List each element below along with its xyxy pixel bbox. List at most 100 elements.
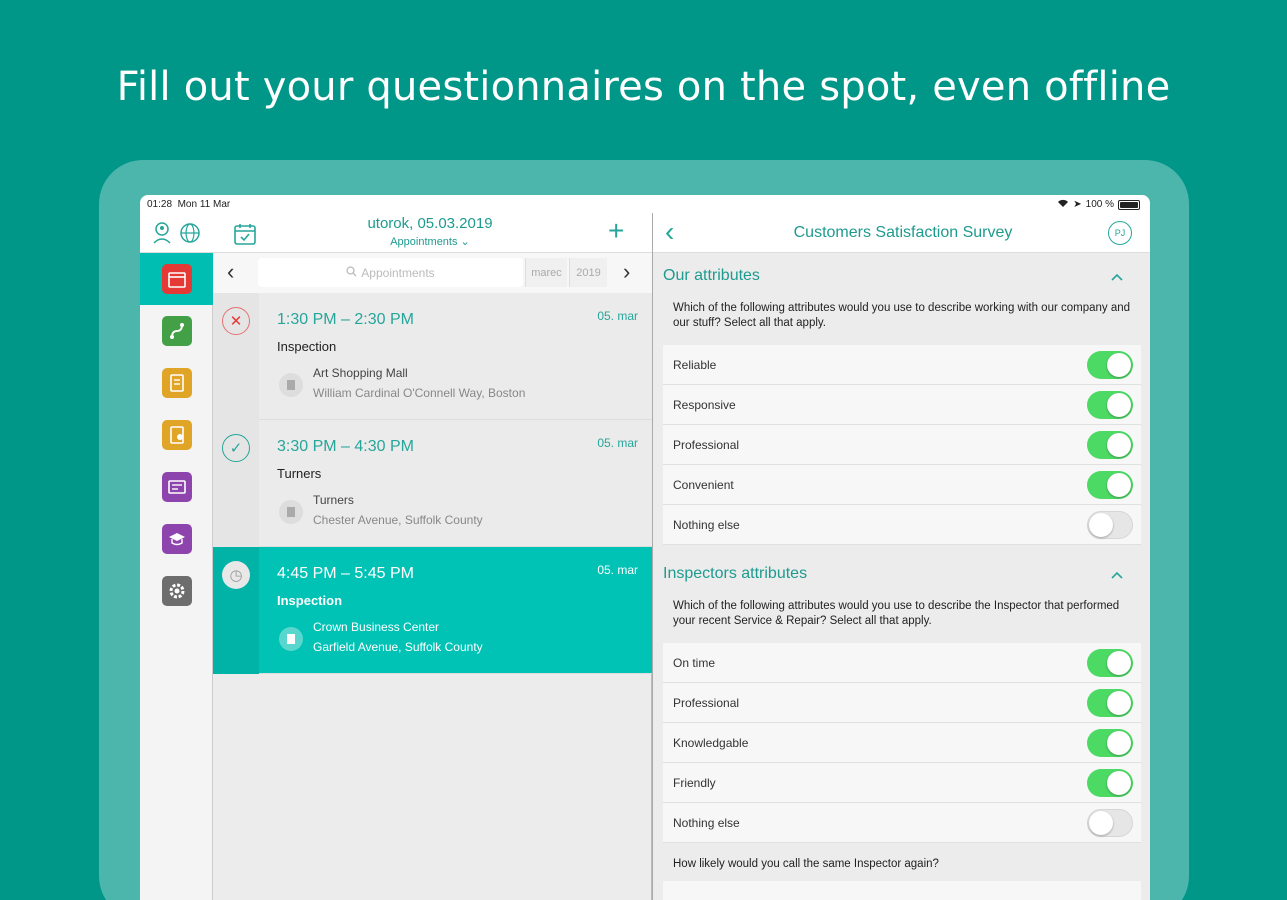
year-selector[interactable]: 2019 [569,258,607,287]
search-input[interactable]: Appointments [258,258,523,287]
selected-date[interactable]: utorok, 05.03.2019 [310,215,550,232]
rating-row[interactable] [663,881,1141,900]
search-row: ‹ Appointments marec 2019 › [213,253,652,293]
calendar-check-icon[interactable] [232,221,258,247]
avatar[interactable]: PJ [1108,221,1132,245]
appointment-address: Garfield Avenue, Suffolk County [313,640,483,654]
chevron-up-icon[interactable] [1110,269,1124,285]
section-question: Which of the following attributes would … [673,302,1131,329]
option-label: Nothing else [673,518,740,532]
tablet-screen: 01:28 Mon 11 Mar ➤ 100 % utorok, 05.03.2… [140,195,1150,900]
appointments-list: ‹ Appointments marec 2019 › ✕ 1:30 PM – … [213,253,652,900]
month-selector[interactable]: marec [525,258,567,287]
appointments-navbar: utorok, 05.03.2019 Appointments ⌄ + [140,213,652,253]
option-toggle[interactable] [1087,511,1133,539]
option-toggle[interactable] [1087,391,1133,419]
document-icon [161,368,192,398]
appointment-date: 05. mar [597,563,638,577]
survey-panel: ‹ Customers Satisfaction Survey PJ Our a… [652,213,1150,900]
section-heading: Inspectors attributes [663,565,808,582]
option-label: On time [673,656,716,670]
prev-month-button[interactable]: ‹ [227,259,234,285]
option-row: Nothing else [663,505,1141,545]
location-icon: ➤ [1073,199,1082,210]
option-toggle[interactable] [1087,649,1133,677]
option-toggle[interactable] [1087,729,1133,757]
chevron-up-icon[interactable] [1110,567,1124,583]
option-toggle[interactable] [1087,431,1133,459]
gear-icon [161,576,192,606]
sidebar-item-training[interactable] [140,513,213,565]
module-sidebar [140,253,213,900]
globe-sync-icon[interactable] [178,221,202,245]
sidebar-item-calendar[interactable] [140,253,213,305]
option-row: Convenient [663,465,1141,505]
next-month-button[interactable]: › [623,259,630,285]
option-toggle[interactable] [1087,351,1133,379]
view-selector[interactable]: Appointments ⌄ [310,235,550,248]
wifi-icon [1057,198,1069,211]
option-label: Convenient [673,478,734,492]
option-label: Knowledgable [673,736,749,750]
option-label: Friendly [673,776,716,790]
invoice-icon [161,472,192,502]
option-toggle[interactable] [1087,689,1133,717]
appointment-place: Crown Business Center [313,620,440,634]
route-icon [161,316,192,346]
option-label: Nothing else [673,816,740,830]
appointment-time: 1:30 PM – 2:30 PM [277,311,414,328]
option-row: Professional [663,425,1141,465]
search-icon [346,265,357,280]
appointment-item[interactable]: ✕ 1:30 PM – 2:30 PM 05. mar Inspection A… [213,293,652,420]
option-row: Responsive [663,385,1141,425]
option-row: Friendly [663,763,1141,803]
status-bar: 01:28 Mon 11 Mar ➤ 100 % [140,195,1150,213]
add-appointment-button[interactable]: + [608,217,624,245]
option-toggle[interactable] [1087,809,1133,837]
section-heading: Our attributes [663,267,760,284]
appointment-title: Turners [277,466,322,481]
cancelled-status-icon: ✕ [222,307,250,335]
battery-icon [1118,199,1140,210]
appointment-place: Art Shopping Mall [313,366,408,380]
clock-icon: ◷ [222,561,250,589]
appointment-place: Turners [313,493,354,507]
page-headline: Fill out your questionnaires on the spot… [116,64,1171,110]
back-button[interactable]: ‹ [665,216,674,248]
sidebar-item-invoices[interactable] [140,461,213,513]
appointment-title: Inspection [277,593,343,608]
appointment-date: 05. mar [597,436,638,450]
appointment-time: 3:30 PM – 4:30 PM [277,438,414,455]
sidebar-item-routes[interactable] [140,305,213,357]
status-time: 01:28 Mon 11 Mar [147,199,231,210]
search-placeholder: Appointments [361,265,435,280]
calendar-icon [161,264,192,294]
sidebar-item-settings[interactable] [140,565,213,617]
option-row: Nothing else [663,803,1141,843]
battery-label: 100 % [1085,199,1114,210]
section-question: Which of the following attributes would … [673,600,1120,627]
sidebar-item-documents[interactable] [140,357,213,409]
appointment-item[interactable]: ✓ 3:30 PM – 4:30 PM 05. mar Turners Turn… [213,420,652,547]
option-row: Knowledgable [663,723,1141,763]
appointment-address: Chester Avenue, Suffolk County [313,513,483,527]
status-indicators: ➤ 100 % [1057,198,1140,211]
user-location-icon[interactable] [150,221,174,245]
clipboard-check-icon [161,420,192,450]
appointment-item-selected[interactable]: ◷ 4:45 PM – 5:45 PM 05. mar Inspection C… [213,547,652,674]
option-label: Responsive [673,398,736,412]
sidebar-item-tasks[interactable] [140,409,213,461]
appointment-date: 05. mar [597,309,638,323]
option-toggle[interactable] [1087,471,1133,499]
option-label: Professional [673,438,740,452]
option-row: Professional [663,683,1141,723]
done-status-icon: ✓ [222,434,250,462]
option-row: On time [663,643,1141,683]
appointment-time: 4:45 PM – 5:45 PM [277,565,414,582]
option-label: Reliable [673,358,717,372]
option-toggle[interactable] [1087,769,1133,797]
final-question: How likely would you call the same Inspe… [673,858,939,870]
appointment-address: William Cardinal O'Connell Way, Boston [313,386,526,400]
option-label: Professional [673,696,740,710]
graduation-cap-icon [161,524,192,554]
